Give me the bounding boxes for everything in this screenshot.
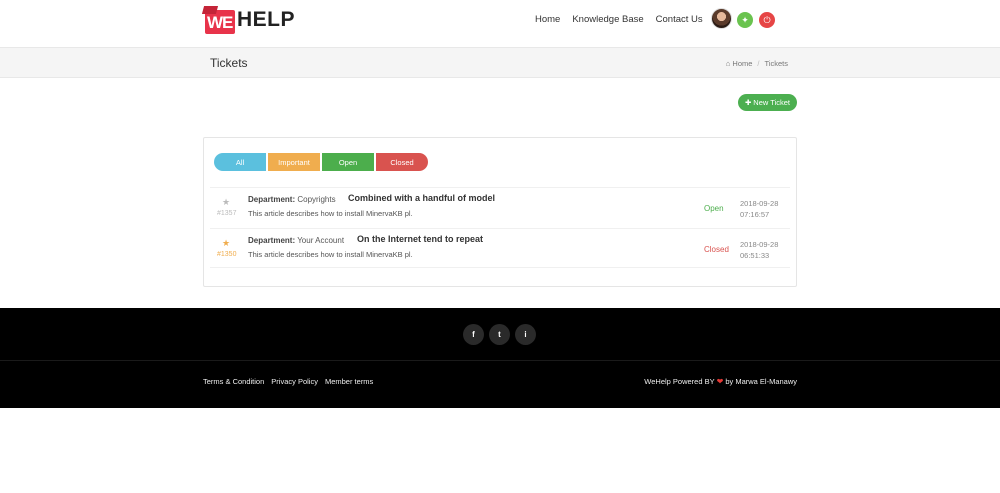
page-title-bar: Tickets ⌂ Home / Tickets — [0, 47, 1000, 78]
credit-author: by Marwa El-Manawy — [725, 377, 797, 386]
ticket-subject[interactable]: On the Internet tend to repeat — [357, 234, 483, 244]
gear-icon: ✦ — [741, 14, 749, 25]
breadcrumb-current: Tickets — [764, 59, 788, 68]
nav-knowledge-base[interactable]: Knowledge Base — [572, 14, 643, 25]
footer-link-terms[interactable]: Terms & Condition — [203, 377, 264, 386]
ticket-description: This article describes how to install Mi… — [248, 209, 413, 218]
department-label: Department: — [248, 236, 296, 245]
ticket-date-time: 07:16:57 — [740, 210, 770, 219]
breadcrumb: ⌂ Home / Tickets — [726, 59, 788, 68]
logo-help-text: HELP — [237, 8, 296, 31]
ticket-subject[interactable]: Combined with a handful of model — [348, 193, 495, 203]
tickets-panel: All Important Open Closed ★ #1357 Depart… — [203, 137, 797, 287]
footer-credit: WeHelp Powered BY ❤ by Marwa El-Manawy — [644, 377, 797, 386]
credit-text: WeHelp Powered BY — [644, 377, 715, 386]
department-label: Department: — [248, 195, 296, 204]
site-header: WE HELP Home Knowledge Base Contact Us ✦… — [0, 0, 1000, 47]
ticket-id: #1350 — [217, 251, 237, 258]
ticket-id: #1357 — [217, 210, 237, 217]
ticket-status: Closed — [704, 245, 729, 254]
ticket-department: Department: Copyrights — [248, 195, 336, 204]
ticket-date-day: 2018-09-28 — [740, 199, 779, 208]
department-value: Your Account — [297, 236, 345, 245]
filter-important[interactable]: Important — [268, 153, 320, 171]
page-title: Tickets — [210, 56, 248, 70]
footer-link-member-terms[interactable]: Member terms — [325, 377, 373, 386]
social-links: f t i — [463, 324, 536, 345]
new-ticket-button[interactable]: ✚ New Ticket — [738, 94, 797, 111]
footer-divider — [0, 360, 1000, 361]
ticket-description: This article describes how to install Mi… — [248, 250, 413, 259]
breadcrumb-home-label: Home — [732, 59, 753, 68]
nav-contact-us[interactable]: Contact Us — [656, 14, 703, 25]
logout-button[interactable]: ⏻ — [759, 12, 775, 28]
breadcrumb-separator: / — [757, 59, 760, 68]
power-icon: ⏻ — [763, 14, 771, 25]
twitter-icon[interactable]: t — [489, 324, 510, 345]
ticket-status: Open — [704, 204, 724, 213]
logo-bag-icon: WE — [201, 6, 235, 34]
filter-open[interactable]: Open — [322, 153, 374, 171]
department-value: Copyrights — [297, 195, 336, 204]
user-avatar[interactable] — [711, 8, 732, 29]
settings-button[interactable]: ✦ — [737, 12, 753, 28]
main-nav: Home Knowledge Base Contact Us — [535, 14, 715, 25]
site-footer: f t i Terms & Condition Privacy Policy M… — [0, 308, 1000, 408]
facebook-icon[interactable]: f — [463, 324, 484, 345]
footer-links: Terms & Condition Privacy Policy Member … — [203, 377, 373, 386]
footer-link-privacy[interactable]: Privacy Policy — [271, 377, 318, 386]
ticket-date: 2018-09-28 06:51:33 — [740, 239, 778, 261]
logo-we-text: WE — [207, 13, 233, 32]
ticket-department: Department: Your Account — [248, 236, 344, 245]
heart-icon: ❤ — [716, 377, 724, 386]
plus-icon: ✚ — [745, 98, 752, 107]
logo[interactable]: WE HELP — [201, 6, 296, 34]
ticket-date-day: 2018-09-28 — [740, 240, 779, 249]
star-icon[interactable]: ★ — [222, 197, 230, 208]
nav-home[interactable]: Home — [535, 14, 560, 25]
breadcrumb-home[interactable]: ⌂ Home — [726, 59, 753, 68]
home-icon: ⌂ — [725, 59, 731, 68]
ticket-filters: All Important Open Closed — [214, 153, 428, 171]
filter-all[interactable]: All — [214, 153, 266, 171]
ticket-row[interactable]: ★ #1350 Department: Your Account On the … — [210, 228, 790, 268]
ticket-row[interactable]: ★ #1357 Department: Copyrights Combined … — [210, 187, 790, 227]
ticket-date-time: 06:51:33 — [740, 251, 770, 260]
star-icon[interactable]: ★ — [222, 238, 230, 249]
filter-closed[interactable]: Closed — [376, 153, 428, 171]
ticket-date: 2018-09-28 07:16:57 — [740, 198, 778, 220]
new-ticket-label: New Ticket — [753, 98, 790, 107]
instagram-icon[interactable]: i — [515, 324, 536, 345]
